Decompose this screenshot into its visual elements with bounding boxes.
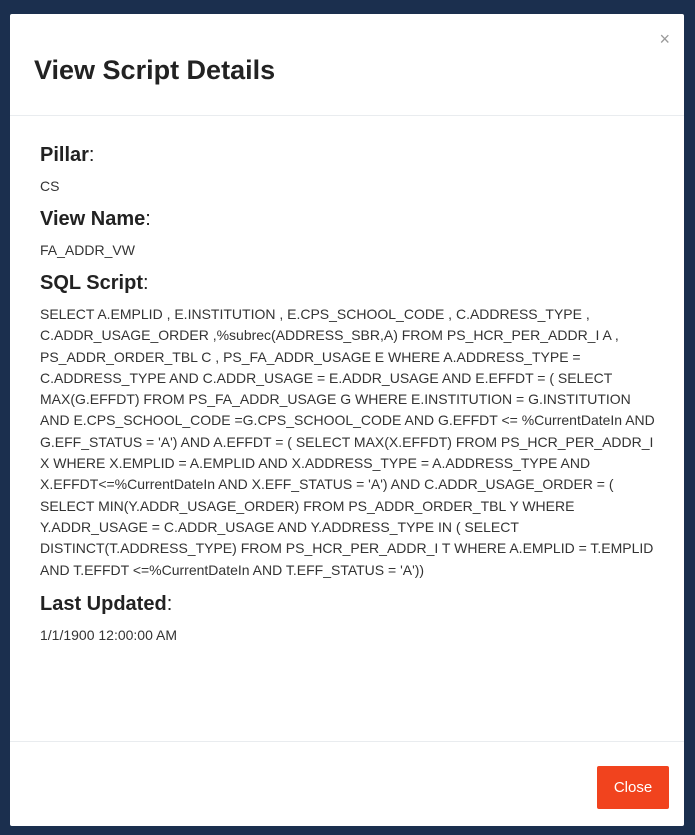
sql-script-label: SQL Script: <box>40 270 666 296</box>
view-name-label: View Name: <box>40 206 666 232</box>
close-button[interactable]: Close <box>597 766 669 809</box>
view-name-value: FA_ADDR_VW <box>40 242 135 258</box>
pillar-value: CS <box>40 178 60 194</box>
close-icon[interactable]: × <box>659 30 670 48</box>
last-updated-label: Last Updated: <box>40 591 666 617</box>
view-script-details-dialog: View Script Details × Pillar: CS View Na… <box>10 14 684 826</box>
last-updated-label-text: Last Updated <box>40 592 167 615</box>
modal-title: View Script Details <box>34 55 276 85</box>
modal-header: View Script Details × <box>10 14 684 116</box>
modal-footer: Close <box>10 741 684 826</box>
sql-script-value: SELECT A.EMPLID , E.INSTITUTION , E.CPS_… <box>40 306 655 578</box>
pillar-label: Pillar: <box>40 142 666 168</box>
last-updated-label-colon: : <box>166 592 173 615</box>
sql-script-label-colon: : <box>143 272 149 294</box>
pillar-label-colon: : <box>88 144 95 166</box>
sql-script-label-text: SQL Script <box>40 272 143 294</box>
modal-body: Pillar: CS View Name: FA_ADDR_VW SQL Scr… <box>40 142 666 655</box>
pillar-label-text: Pillar <box>40 144 89 166</box>
view-name-label-colon: : <box>145 208 151 230</box>
last-updated-value: 1/1/1900 12:00:00 AM <box>40 626 177 643</box>
view-name-label-text: View Name <box>40 208 146 230</box>
